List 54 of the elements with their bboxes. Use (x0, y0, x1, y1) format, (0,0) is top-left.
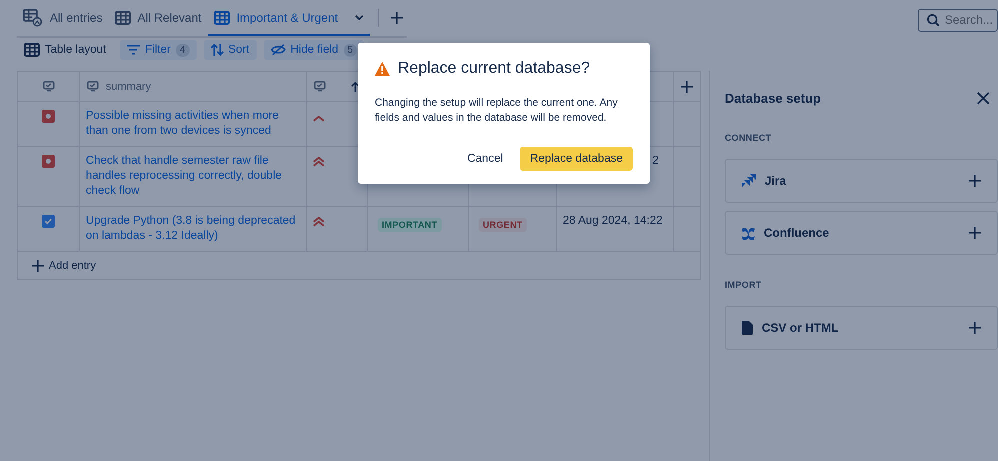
sort-arrow-icon[interactable] (351, 82, 360, 92)
table-icon (114, 11, 131, 25)
crossed-waves-icon (742, 226, 755, 240)
toolbar-button[interactable]: Hide field 5 (264, 40, 364, 60)
plus-icon[interactable] (969, 322, 981, 334)
tag: URGENT (479, 218, 527, 232)
source-card[interactable]: Jira (725, 159, 998, 203)
toolbar-button[interactable]: Sort (204, 40, 257, 60)
section-heading: CONNECT (725, 133, 773, 143)
panel-title: Database setup (725, 90, 822, 106)
search-icon (927, 14, 940, 26)
dialog-message: Changing the setup will replace the current one. Any fields and values in the database will be removed. (375, 96, 619, 126)
cancel-button[interactable]: Cancel (458, 147, 512, 171)
add-entry-button[interactable]: Add entry (26, 258, 102, 272)
field-type-icon (314, 81, 326, 92)
table-user-icon (23, 9, 43, 27)
source-card[interactable]: Confluence (725, 211, 998, 255)
view-tab[interactable]: All Relevant (108, 2, 208, 36)
view-tab[interactable]: Important & Urgent (208, 2, 370, 36)
section-heading: IMPORT (725, 280, 763, 290)
stacked-arrows-icon (742, 174, 756, 188)
summary-link[interactable]: Check that handle semester raw file handles reprocessing correctly, double check flow (80, 147, 306, 206)
column-header: summary (106, 80, 152, 92)
view-tab[interactable]: All entries (17, 2, 109, 36)
warning-icon (375, 62, 390, 76)
search-field[interactable]: Search... (918, 8, 998, 32)
file-icon (742, 321, 753, 335)
sort-icon (210, 44, 224, 56)
close-icon[interactable] (977, 92, 990, 104)
add-column-icon[interactable] (681, 80, 693, 92)
tag: IMPORTANT (378, 218, 442, 232)
toolbar-button[interactable]: Table layout (24, 40, 106, 60)
eye-off-icon (270, 44, 286, 56)
summary-link[interactable]: Possible missing activities when more than one from two devices is synced (80, 102, 306, 146)
toolbar-button[interactable]: Filter 4 (120, 40, 196, 60)
source-card[interactable]: CSV or HTML (725, 306, 998, 350)
field-type-icon (42, 81, 54, 92)
plus-icon[interactable] (391, 12, 404, 24)
table-icon (24, 43, 40, 57)
field-type-icon (87, 81, 99, 92)
checkbox[interactable] (42, 215, 55, 228)
plus-icon[interactable] (32, 260, 44, 272)
dialog-title: Replace current database? (398, 60, 590, 78)
summary-link[interactable]: Upgrade Python (3.8 is being deprecated on lambdas - 3.12 Ideally) (80, 207, 306, 251)
table-icon (214, 11, 230, 25)
filter-icon (127, 45, 140, 55)
caret-icon[interactable] (355, 15, 364, 21)
plus-icon[interactable] (969, 175, 981, 187)
count-badge: 4 (176, 44, 190, 56)
count-badge: 5 (344, 44, 358, 56)
replace-button[interactable]: Replace database (520, 147, 633, 171)
date-text: 2 (652, 155, 659, 167)
date-text: 28 Aug 2024, 14:22 (563, 215, 663, 227)
plus-icon[interactable] (969, 227, 981, 239)
